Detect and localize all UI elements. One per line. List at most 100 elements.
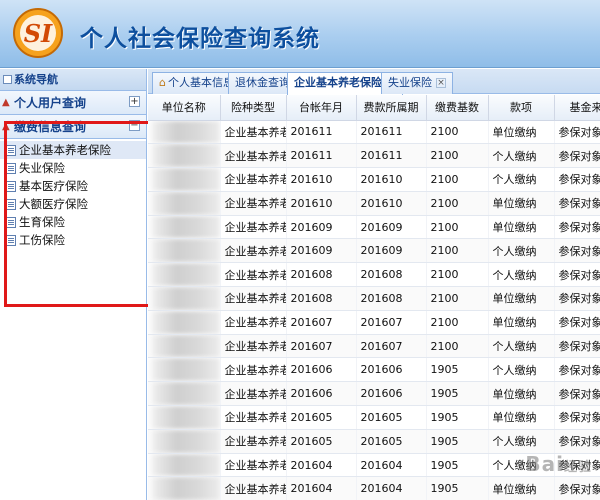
table-cell: 企业基本养老保... (220, 143, 287, 169)
table-cell: 201606 (286, 357, 357, 383)
sidebar-group-personal-query[interactable]: ▲ 个人用户查询 + (0, 91, 146, 115)
table-cell: 201610 (356, 191, 427, 216)
table-cell: 企业基本养老保... (220, 405, 287, 430)
table-cell: 1905 (426, 453, 489, 478)
table-cell: 2100 (426, 334, 489, 359)
table-cell: 201609 (286, 238, 357, 264)
table-cell: 201607 (286, 334, 357, 359)
table-cell: 2100 (426, 238, 489, 264)
payment-grid: 单位名称 险种类型 台帐年月 费款所属期 缴费基数 款项 基金来 企业基本养老保… (148, 95, 600, 500)
column-header[interactable]: 基金来 (554, 95, 600, 121)
table-cell: 2100 (426, 215, 489, 240)
table-cell: 参保对象 (554, 167, 600, 192)
redacted-cell (148, 238, 221, 264)
table-row[interactable]: 企业基本养老保...2016062016061905单位缴纳参保对象 (148, 381, 600, 407)
table-cell: 201605 (286, 405, 357, 430)
table-row[interactable]: 企业基本养老保...2016092016092100个人缴纳参保对象 (148, 238, 600, 264)
tab-bar: ⌂个人基本信息 退休金查询× 企业基本养老保险× 失业保险× (148, 69, 600, 95)
tab-label: 失业保险 (388, 76, 432, 89)
sidebar-item-label: 生育保险 (19, 215, 65, 229)
column-header[interactable]: 险种类型 (220, 95, 287, 121)
tab-unemployment[interactable]: 失业保险 × (381, 72, 453, 94)
close-icon[interactable]: × (436, 78, 446, 88)
redacted-cell (148, 357, 221, 383)
sidebar-item-work-injury[interactable]: 工伤保险 (0, 231, 146, 249)
table-row[interactable]: 企业基本养老保...2016052016051905个人缴纳参保对象 (148, 429, 600, 454)
table-cell: 1905 (426, 405, 489, 430)
table-cell: 企业基本养老保... (220, 453, 287, 478)
table-cell: 单位缴纳 (488, 381, 555, 407)
redacted-cell (148, 143, 221, 169)
table-cell: 参保对象 (554, 334, 600, 359)
table-cell: 201608 (356, 286, 427, 311)
table-row[interactable]: 企业基本养老保...2016052016051905单位缴纳参保对象 (148, 405, 600, 430)
table-cell: 201606 (286, 381, 357, 407)
table-cell: 个人缴纳 (488, 429, 555, 454)
blurred-unit-name (148, 239, 219, 262)
table-row[interactable]: 企业基本养老保...2016092016092100单位缴纳参保对象 (148, 215, 600, 240)
blurred-unit-name (148, 215, 219, 238)
sidebar-item-label: 工伤保险 (19, 233, 65, 247)
table-cell: 2100 (426, 262, 489, 288)
table-cell: 201605 (286, 429, 357, 454)
column-header[interactable]: 单位名称 (148, 95, 221, 121)
table-cell: 201607 (356, 310, 427, 335)
document-icon (6, 217, 16, 228)
sidebar-item-list: 企业基本养老保险 失业保险 基本医疗保险 大额医疗保险 生育保险 工伤保险 (0, 139, 146, 249)
expand-icon[interactable]: + (129, 96, 140, 107)
sidebar-item-maternity[interactable]: 生育保险 (0, 213, 146, 231)
redacted-cell (148, 453, 221, 478)
blurred-unit-name (148, 406, 219, 429)
blurred-unit-name (148, 263, 219, 286)
sidebar-item-pension[interactable]: 企业基本养老保险 (0, 141, 146, 159)
table-row[interactable]: 企业基本养老保...2016072016072100个人缴纳参保对象 (148, 334, 600, 359)
table-cell: 个人缴纳 (488, 238, 555, 264)
table-cell: 201605 (356, 429, 427, 454)
table-cell: 单位缴纳 (488, 476, 555, 500)
sidebar-item-major-medical[interactable]: 大额医疗保险 (0, 195, 146, 213)
table-row[interactable]: 企业基本养老保...2016082016082100单位缴纳参保对象 (148, 286, 600, 311)
table-cell: 企业基本养老保... (220, 357, 287, 383)
table-cell: 企业基本养老保... (220, 167, 287, 192)
table-cell: 参保对象 (554, 191, 600, 216)
collapse-icon[interactable]: − (129, 120, 140, 131)
blurred-unit-name (148, 144, 219, 167)
table-cell: 201609 (286, 215, 357, 240)
column-header[interactable]: 费款所属期 (356, 95, 427, 121)
blurred-unit-name (148, 334, 219, 357)
table-cell: 201604 (286, 453, 357, 478)
column-header[interactable]: 款项 (488, 95, 555, 121)
table-row[interactable]: 企业基本养老保...2016072016072100单位缴纳参保对象 (148, 310, 600, 335)
sidebar-item-basic-medical[interactable]: 基本医疗保险 (0, 177, 146, 195)
redacted-cell (148, 334, 221, 359)
table-cell: 201610 (356, 167, 427, 192)
table-cell: 企业基本养老保... (220, 381, 287, 407)
table-cell: 1905 (426, 357, 489, 383)
table-row[interactable]: 企业基本养老保...2016102016102100个人缴纳参保对象 (148, 167, 600, 192)
column-header[interactable]: 台帐年月 (286, 95, 357, 121)
table-row[interactable]: 企业基本养老保...2016062016061905个人缴纳参保对象 (148, 357, 600, 383)
home-icon: ⌂ (159, 76, 166, 89)
table-body: 企业基本养老保...2016112016112100单位缴纳参保对象企业基本养老… (148, 120, 600, 500)
table-row[interactable]: 企业基本养老保...2016082016082100个人缴纳参保对象 (148, 262, 600, 288)
sidebar-item-label: 大额医疗保险 (19, 197, 88, 211)
redacted-cell (148, 191, 221, 216)
table-cell: 单位缴纳 (488, 215, 555, 240)
table-cell: 个人缴纳 (488, 167, 555, 192)
column-header[interactable]: 缴费基数 (426, 95, 489, 121)
table-row[interactable]: 企业基本养老保...2016112016112100个人缴纳参保对象 (148, 143, 600, 169)
table-row[interactable]: 企业基本养老保...2016042016041905单位缴纳参保对象 (148, 476, 600, 500)
table-row[interactable]: 企业基本养老保...2016102016102100单位缴纳参保对象 (148, 191, 600, 216)
table-cell: 参保对象 (554, 429, 600, 454)
table-cell: 个人缴纳 (488, 334, 555, 359)
table-cell: 1905 (426, 381, 489, 407)
sidebar-group-payment-query[interactable]: ▲ 缴费信息查询 − (0, 115, 146, 139)
document-icon (6, 145, 16, 156)
redacted-cell (148, 167, 221, 192)
table-row[interactable]: 企业基本养老保...2016112016112100单位缴纳参保对象 (148, 120, 600, 145)
table-cell: 201604 (286, 476, 357, 500)
sidebar-item-unemployment[interactable]: 失业保险 (0, 159, 146, 177)
table-cell: 单位缴纳 (488, 191, 555, 216)
table-cell: 201610 (286, 191, 357, 216)
blurred-unit-name (148, 287, 219, 310)
